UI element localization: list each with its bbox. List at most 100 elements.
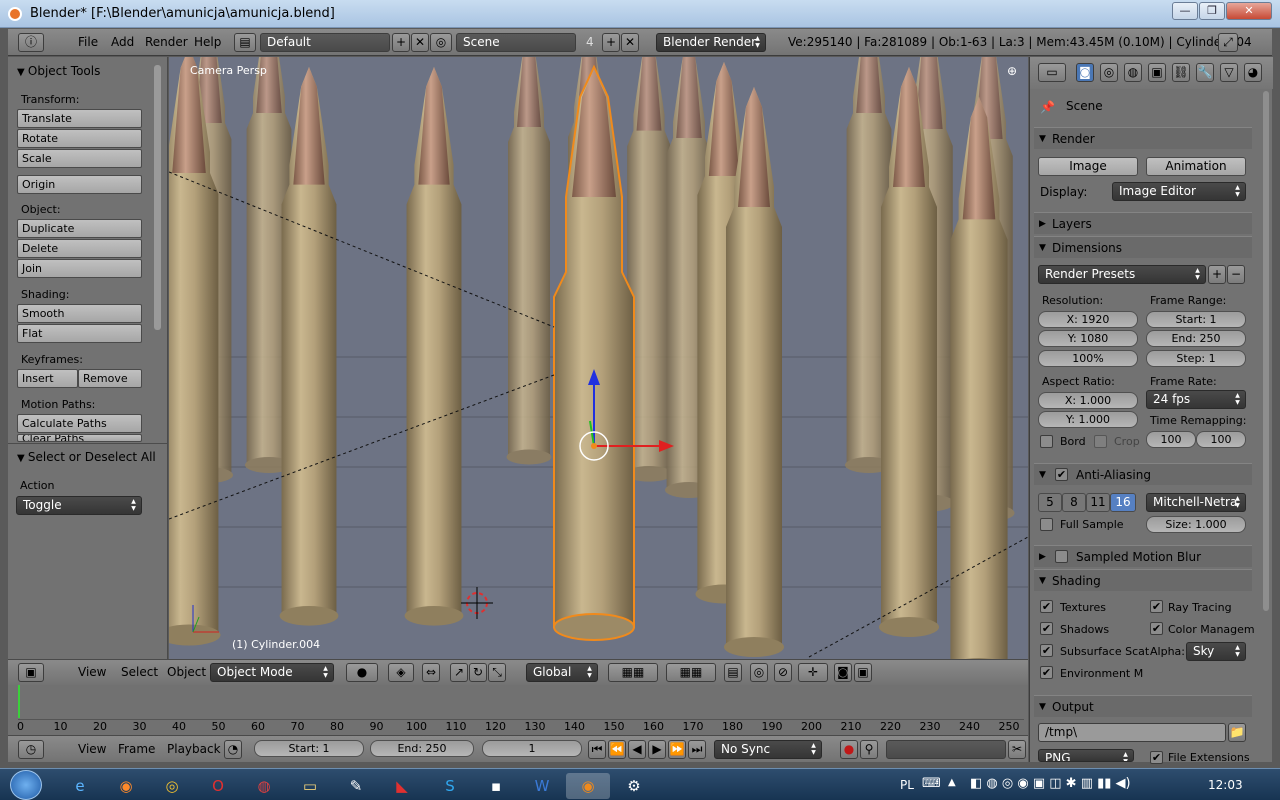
render-preview-icon[interactable]: ◙ bbox=[834, 663, 852, 682]
crop-checkbox[interactable] bbox=[1094, 435, 1107, 448]
add-layout-icon[interactable]: + bbox=[392, 33, 410, 52]
material-tab-icon[interactable]: ◕ bbox=[1244, 63, 1262, 82]
translate-manip-icon[interactable]: ↗ bbox=[450, 663, 468, 682]
render-presets-select[interactable]: Render Presets bbox=[1038, 265, 1206, 284]
aspect-x-field[interactable]: X: 1.000 bbox=[1038, 392, 1138, 409]
properties-scrollbar[interactable] bbox=[1263, 91, 1269, 611]
tray-icon[interactable]: ◧ ◍ ◎ ◉ ▣ ◫ ✱ ▥ ▮▮ ◀) bbox=[970, 776, 1131, 791]
alpha-select[interactable]: Sky bbox=[1186, 642, 1246, 661]
jump-keyframe-back-icon[interactable]: ⏪ bbox=[608, 740, 626, 759]
show-hidden-icons-icon[interactable]: ▲ bbox=[948, 777, 956, 788]
sync-select[interactable]: No Sync bbox=[714, 740, 822, 759]
clock[interactable]: 12:03 bbox=[1208, 778, 1243, 792]
origin-button[interactable]: Origin bbox=[17, 175, 142, 194]
subsurface-checkbox[interactable]: ✔ bbox=[1040, 644, 1053, 657]
remove-preset-icon[interactable]: − bbox=[1227, 265, 1245, 284]
world-tab-icon[interactable]: ◍ bbox=[1124, 63, 1142, 82]
aa-samples-5[interactable]: 5 bbox=[1038, 493, 1062, 512]
maximize-button[interactable]: ❐ bbox=[1199, 2, 1225, 20]
tool-scrollbar[interactable] bbox=[154, 65, 161, 330]
remove-layout-icon[interactable]: ✕ bbox=[411, 33, 429, 52]
menu-view[interactable]: View bbox=[78, 665, 106, 679]
smooth-button[interactable]: Smooth bbox=[17, 304, 142, 323]
snap-element-icon[interactable]: ✛ bbox=[798, 663, 828, 682]
environment-map-checkbox[interactable]: ✔ bbox=[1040, 666, 1053, 679]
frame-end-field[interactable]: End: 250 bbox=[1146, 330, 1246, 347]
scale-button[interactable]: Scale bbox=[17, 149, 142, 168]
preview-range-icon[interactable]: ◔ bbox=[224, 740, 242, 759]
filter-size-field[interactable]: Size: 1.000 bbox=[1146, 516, 1246, 533]
calculate-paths-button[interactable]: Calculate Paths bbox=[17, 414, 142, 433]
keying-icon[interactable]: ⚲ bbox=[860, 740, 878, 759]
render-layer-icon[interactable]: ▤ bbox=[724, 663, 742, 682]
frame-rate-select[interactable]: 24 fps bbox=[1146, 390, 1246, 409]
clear-paths-button[interactable]: Clear Paths bbox=[17, 434, 142, 442]
layers-grid-icon[interactable]: ▦▦ bbox=[608, 663, 658, 682]
chrome-icon[interactable]: ◎ bbox=[150, 773, 194, 799]
jump-end-icon[interactable]: ⏭ bbox=[688, 740, 706, 759]
time-remap-old-field[interactable]: 100 bbox=[1146, 431, 1196, 448]
menu-file[interactable]: File bbox=[78, 35, 98, 49]
aa-samples-8[interactable]: 8 bbox=[1062, 493, 1086, 512]
jump-keyframe-forward-icon[interactable]: ⏩ bbox=[668, 740, 686, 759]
menu-playback[interactable]: Playback bbox=[167, 742, 221, 756]
render-engine-select[interactable]: Blender Render bbox=[656, 33, 766, 52]
layout-icon[interactable]: ▤ bbox=[234, 33, 256, 52]
add-preset-icon[interactable]: + bbox=[1208, 265, 1226, 284]
current-frame-line[interactable] bbox=[18, 685, 20, 718]
play-reverse-icon[interactable]: ◀ bbox=[628, 740, 646, 759]
output-panel-header[interactable]: Output bbox=[1034, 695, 1252, 718]
render-panel-header[interactable]: Render bbox=[1034, 127, 1252, 150]
add-scene-icon[interactable]: + bbox=[602, 33, 620, 52]
start-button[interactable] bbox=[10, 770, 42, 800]
insert-keyframe-icon[interactable]: ✂ bbox=[1008, 740, 1026, 759]
operator-title[interactable]: Select or Deselect All bbox=[17, 450, 156, 464]
jump-start-icon[interactable]: ⏮ bbox=[588, 740, 606, 759]
scene-tab-icon[interactable]: ◎ bbox=[1100, 63, 1118, 82]
modifiers-tab-icon[interactable]: 🔧 bbox=[1196, 63, 1214, 82]
menu-render[interactable]: Render bbox=[145, 35, 188, 49]
play-icon[interactable]: ▶ bbox=[648, 740, 666, 759]
skype-icon[interactable]: S bbox=[428, 773, 472, 799]
resolution-y-field[interactable]: Y: 1080 bbox=[1038, 330, 1138, 347]
misc-app-icon[interactable]: ⚙ bbox=[612, 773, 656, 799]
start-frame-field[interactable]: Start: 1 bbox=[254, 740, 364, 757]
add-region-icon[interactable]: ⊕ bbox=[1007, 64, 1017, 78]
render-anim-preview-icon[interactable]: ▣ bbox=[854, 663, 872, 682]
layers-panel-header[interactable]: Layers bbox=[1034, 212, 1252, 235]
acrobat-icon[interactable]: ◣ bbox=[380, 773, 424, 799]
pivot-icon[interactable]: ◈ bbox=[388, 663, 414, 682]
shading-mode-icon[interactable]: ● bbox=[346, 663, 378, 682]
frame-step-field[interactable]: Step: 1 bbox=[1146, 350, 1246, 367]
menu-view[interactable]: View bbox=[78, 742, 106, 756]
join-button[interactable]: Join bbox=[17, 259, 142, 278]
editor-type-icon[interactable]: ⓘ bbox=[18, 33, 44, 52]
render-animation-button[interactable]: Animation bbox=[1146, 157, 1246, 176]
remove-scene-icon[interactable]: ✕ bbox=[621, 33, 639, 52]
translate-button[interactable]: Translate bbox=[17, 109, 142, 128]
explorer-icon[interactable]: ▭ bbox=[288, 773, 332, 799]
render-image-button[interactable]: Image bbox=[1038, 157, 1138, 176]
record-icon[interactable]: ● bbox=[840, 740, 858, 759]
shading-panel-header[interactable]: Shading bbox=[1034, 569, 1252, 592]
fullscreen-icon[interactable]: ⤢ bbox=[1218, 33, 1238, 52]
rotate-manip-icon[interactable]: ↻ bbox=[469, 663, 487, 682]
language-indicator[interactable]: PL bbox=[900, 778, 914, 792]
notepad-icon[interactable]: ✎ bbox=[334, 773, 378, 799]
minimize-button[interactable]: — bbox=[1172, 2, 1198, 20]
resolution-percent-field[interactable]: 100% bbox=[1038, 350, 1138, 367]
remove-keyframe-button[interactable]: Remove bbox=[78, 369, 142, 388]
aa-samples-11[interactable]: 11 bbox=[1086, 493, 1110, 512]
menu-object[interactable]: Object bbox=[167, 665, 206, 679]
object-tab-icon[interactable]: ▣ bbox=[1148, 63, 1166, 82]
opera-icon[interactable]: O bbox=[196, 773, 240, 799]
textures-checkbox[interactable]: ✔ bbox=[1040, 600, 1053, 613]
anti-aliasing-checkbox[interactable]: ✔ bbox=[1055, 468, 1068, 481]
manipulator-toggle-icon[interactable]: ⇔ bbox=[422, 663, 440, 682]
keyboard-icon[interactable]: ⌨ bbox=[922, 776, 941, 791]
layout-field[interactable]: Default bbox=[260, 33, 390, 52]
snap-toggle-icon[interactable]: ⊘ bbox=[774, 663, 792, 682]
insert-keyframe-button[interactable]: Insert bbox=[17, 369, 78, 388]
app-icon[interactable]: ◍ bbox=[242, 773, 286, 799]
rotate-button[interactable]: Rotate bbox=[17, 129, 142, 148]
